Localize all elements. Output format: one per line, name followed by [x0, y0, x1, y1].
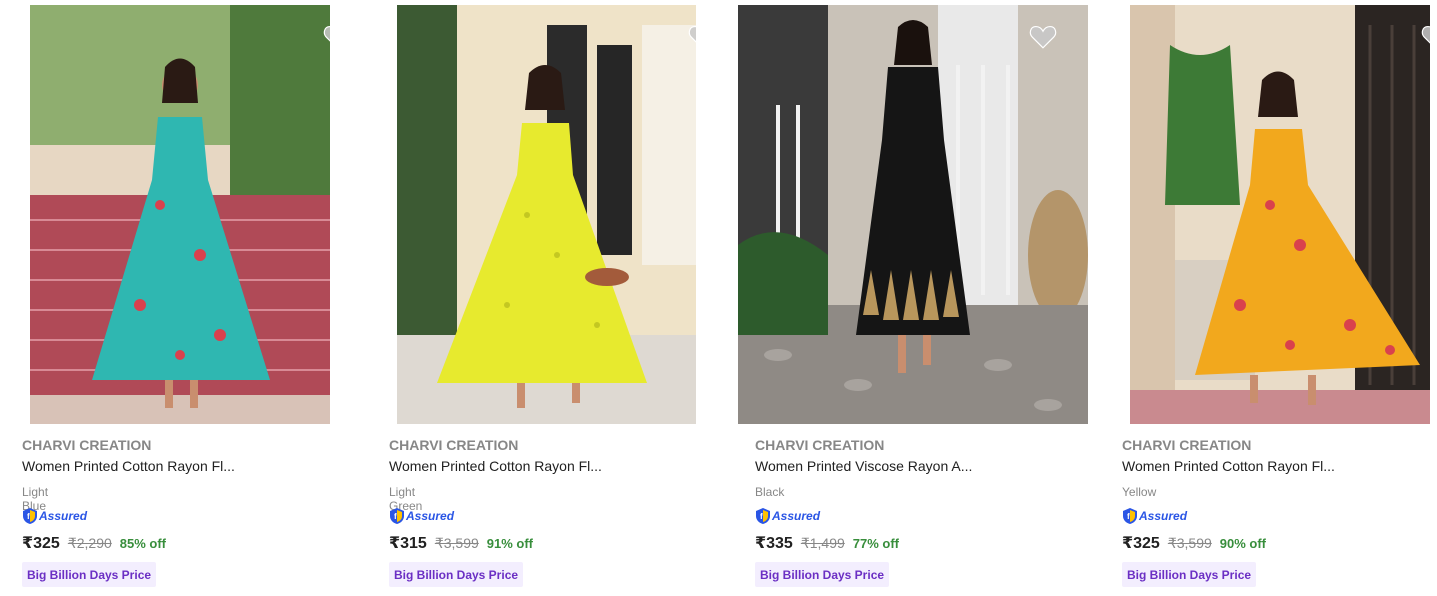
product-brand: CHARVI CREATION [1122, 437, 1252, 453]
selling-price: ₹325 [1122, 535, 1160, 552]
product-brand: CHARVI CREATION [389, 437, 519, 453]
price-row: ₹315 ₹3,599 91% off [389, 533, 533, 553]
product-color: Black [755, 485, 785, 499]
assured-badge: f Assured [755, 506, 820, 526]
assured-shield-icon: f [390, 508, 404, 524]
assured-shield-icon: f [1123, 508, 1137, 524]
original-price: ₹1,499 [800, 535, 845, 551]
assured-label: Assured [1139, 509, 1188, 523]
discount-label: 77% off [852, 536, 900, 551]
product-image[interactable] [397, 5, 696, 424]
product-photo-icon [30, 5, 330, 424]
product-photo-icon [1130, 5, 1430, 424]
price-row: ₹325 ₹3,599 90% off [1122, 533, 1266, 553]
product-brand: CHARVI CREATION [755, 437, 885, 453]
wishlist-heart-icon[interactable] [1420, 23, 1430, 49]
product-grid: CHARVI CREATION Women Printed Cotton Ray… [0, 0, 1437, 596]
selling-price: ₹325 [22, 535, 60, 552]
assured-badge: f Assured [1122, 506, 1187, 526]
deal-badge: Big Billion Days Price [755, 562, 890, 587]
product-title[interactable]: Women Printed Cotton Rayon Fl... [1122, 458, 1335, 474]
selling-price: ₹335 [755, 535, 793, 552]
wishlist-heart-icon[interactable] [687, 23, 696, 49]
assured-shield-icon: f [23, 508, 37, 524]
assured-label: Assured [39, 509, 88, 523]
assured-label: Assured [772, 509, 821, 523]
product-image[interactable] [738, 5, 1088, 424]
selling-price: ₹315 [389, 535, 427, 552]
discount-label: 90% off [1219, 536, 1267, 551]
product-photo-icon [397, 5, 696, 424]
svg-text:f: f [27, 512, 30, 521]
original-price: ₹2,290 [67, 535, 112, 551]
original-price: ₹3,599 [434, 535, 479, 551]
product-brand: CHARVI CREATION [22, 437, 152, 453]
price-row: ₹335 ₹1,499 77% off [755, 533, 899, 553]
deal-badge: Big Billion Days Price [389, 562, 524, 587]
assured-label: Assured [406, 509, 455, 523]
product-title[interactable]: Women Printed Viscose Rayon A... [755, 458, 972, 474]
product-image[interactable] [30, 5, 330, 424]
deal-badge: Big Billion Days Price [22, 562, 157, 587]
discount-label: 85% off [119, 536, 167, 551]
deal-badge: Big Billion Days Price [1122, 562, 1257, 587]
wishlist-heart-icon[interactable] [1028, 23, 1058, 49]
discount-label: 91% off [486, 536, 534, 551]
product-image[interactable] [1130, 5, 1430, 424]
assured-shield-icon: f [756, 508, 770, 524]
svg-text:f: f [1127, 512, 1130, 521]
product-title[interactable]: Women Printed Cotton Rayon Fl... [22, 458, 235, 474]
price-row: ₹325 ₹2,290 85% off [22, 533, 166, 553]
product-photo-icon [738, 5, 1088, 424]
svg-text:f: f [394, 512, 397, 521]
product-title[interactable]: Women Printed Cotton Rayon Fl... [389, 458, 602, 474]
original-price: ₹3,599 [1167, 535, 1212, 551]
assured-badge: f Assured [22, 506, 87, 526]
assured-badge: f Assured [389, 506, 454, 526]
product-color: Yellow [1122, 485, 1157, 499]
svg-text:f: f [760, 512, 763, 521]
wishlist-heart-icon[interactable] [322, 23, 330, 49]
